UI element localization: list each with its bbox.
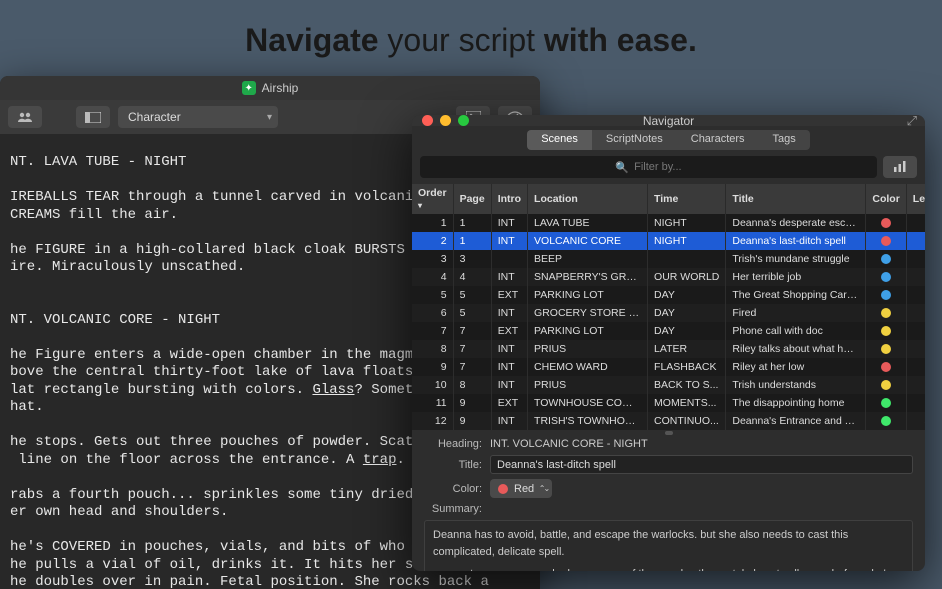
- navigator-tabs: Scenes ScriptNotes Characters Tags: [412, 126, 925, 156]
- zoom-icon[interactable]: [458, 115, 469, 126]
- navigator-title: Navigator: [412, 115, 925, 128]
- table-row[interactable]: 11INTLAVA TUBENIGHTDeanna's desperate es…: [412, 214, 925, 232]
- summary-field[interactable]: Deanna has to avoid, battle, and escape …: [424, 520, 913, 571]
- table-row[interactable]: 108INTPRIUSBACK TO S...Trish understands…: [412, 376, 925, 394]
- sidebar-toggle-button[interactable]: [76, 106, 110, 128]
- col-intro[interactable]: Intro: [491, 184, 527, 214]
- tab-characters[interactable]: Characters: [677, 130, 759, 150]
- color-swatch: [498, 484, 508, 494]
- color-select[interactable]: Red: [490, 479, 552, 498]
- col-time[interactable]: Time: [648, 184, 726, 214]
- close-icon[interactable]: [422, 115, 433, 126]
- col-color[interactable]: Color: [866, 184, 906, 214]
- title-label: Title:: [424, 459, 482, 471]
- scenes-table: Order Page Intro Location Time Title Col…: [412, 184, 925, 430]
- filter-input[interactable]: 🔍 Filter by...: [420, 156, 877, 178]
- collaborators-button[interactable]: [8, 106, 42, 128]
- table-row[interactable]: 119EXTTOWNHOUSE COMPL...MOMENTS...The di…: [412, 394, 925, 412]
- col-page[interactable]: Page: [453, 184, 491, 214]
- summary-label: Summary:: [424, 503, 482, 515]
- table-header-row: Order Page Intro Location Time Title Col…: [412, 184, 925, 214]
- title-field[interactable]: [490, 455, 913, 474]
- stats-button[interactable]: [883, 156, 917, 178]
- table-row[interactable]: 55EXTPARKING LOTDAYThe Great Shopping Ca…: [412, 286, 925, 304]
- col-length[interactable]: Length: [906, 184, 925, 214]
- tab-scriptnotes[interactable]: ScriptNotes: [592, 130, 677, 150]
- col-order[interactable]: Order: [412, 184, 453, 214]
- marketing-headline: Navigate your script with ease.: [0, 0, 942, 77]
- col-title[interactable]: Title: [726, 184, 866, 214]
- window-controls: [412, 115, 469, 126]
- table-row[interactable]: 87INTPRIUSLATERRiley talks about what ha…: [412, 340, 925, 358]
- table-row[interactable]: 129INTTRISH'S TOWNHOUSECONTINUO...Deanna…: [412, 412, 925, 430]
- heading-value: INT. VOLCANIC CORE - NIGHT: [490, 438, 913, 450]
- expand-icon[interactable]: ⤢: [907, 115, 917, 129]
- color-label: Color:: [424, 483, 482, 495]
- splitter-handle[interactable]: [665, 431, 673, 435]
- search-icon: 🔍: [615, 161, 629, 174]
- element-type-select[interactable]: Character: [118, 106, 278, 128]
- tab-scenes[interactable]: Scenes: [527, 130, 592, 150]
- app-icon: ✦: [242, 81, 256, 95]
- navigator-window: Navigator ⤢ Scenes ScriptNotes Character…: [412, 115, 925, 571]
- table-row[interactable]: 33BEEPTrish's mundane struggle1/8: [412, 250, 925, 268]
- minimize-icon[interactable]: [440, 115, 451, 126]
- col-location[interactable]: Location: [528, 184, 648, 214]
- navigator-titlebar: Navigator ⤢: [412, 115, 925, 126]
- table-row[interactable]: 97INTCHEMO WARDFLASHBACKRiley at her low…: [412, 358, 925, 376]
- heading-label: Heading:: [424, 438, 482, 450]
- table-row[interactable]: 21INTVOLCANIC CORENIGHTDeanna's last-dit…: [412, 232, 925, 250]
- scene-detail-panel: Heading: INT. VOLCANIC CORE - NIGHT Titl…: [412, 430, 925, 571]
- tab-tags[interactable]: Tags: [759, 130, 810, 150]
- editor-titlebar: ✦ Airship: [0, 76, 540, 100]
- app-name: Airship: [262, 81, 299, 95]
- table-row[interactable]: 44INTSNAPBERRY'S GROCE...OUR WORLDHer te…: [412, 268, 925, 286]
- table-row[interactable]: 65INTGROCERY STORE - BA...DAYFired1 2/8: [412, 304, 925, 322]
- table-row[interactable]: 77EXTPARKING LOTDAYPhone call with doc2/…: [412, 322, 925, 340]
